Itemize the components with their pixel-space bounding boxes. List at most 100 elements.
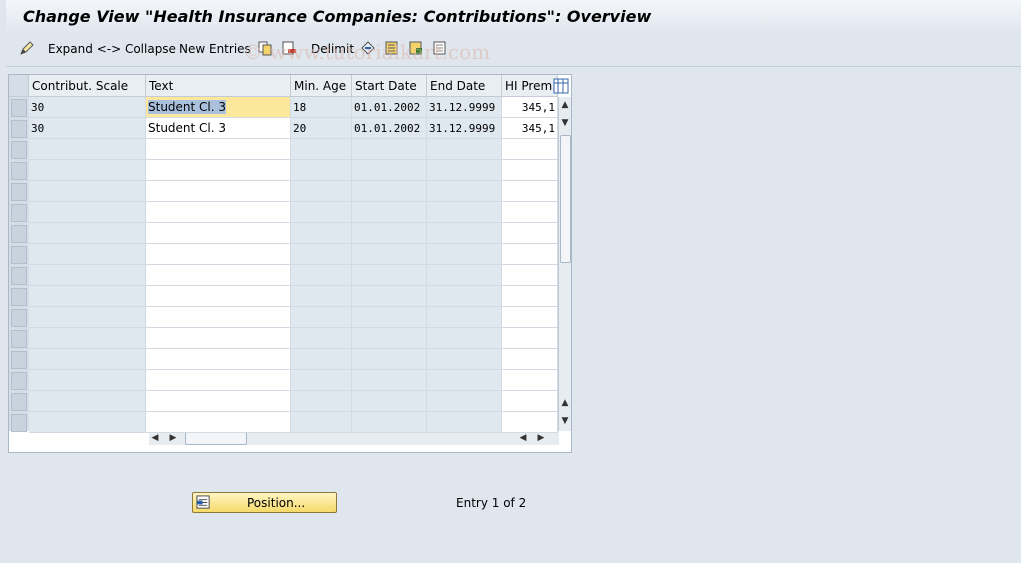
- empty-cell: [427, 349, 502, 370]
- empty-cell: [291, 223, 352, 244]
- scroll-left-end-icon[interactable]: ◀: [517, 432, 529, 444]
- row-selector[interactable]: [11, 141, 27, 159]
- scroll-right-icon[interactable]: ▶: [167, 432, 179, 444]
- cell-start-date: 01.01.2002: [352, 118, 427, 139]
- cell-text-input[interactable]: Student Cl. 3: [146, 118, 291, 139]
- empty-cell[interactable]: [502, 391, 558, 412]
- page-down-icon[interactable]: ▼: [559, 117, 571, 129]
- empty-cell[interactable]: [502, 370, 558, 391]
- empty-cell[interactable]: [502, 139, 558, 160]
- row-selector[interactable]: [11, 225, 27, 243]
- scroll-up-icon[interactable]: ▲: [559, 99, 571, 111]
- cell-hi-prem[interactable]: 345,1: [502, 118, 558, 139]
- empty-cell: [427, 265, 502, 286]
- cell-min-age: 18: [291, 97, 352, 118]
- cell-scale: 30: [29, 118, 146, 139]
- row-selector[interactable]: [11, 267, 27, 285]
- table-row: [29, 244, 559, 265]
- empty-cell[interactable]: [146, 328, 291, 349]
- empty-cell[interactable]: [146, 412, 291, 433]
- empty-cell[interactable]: [502, 181, 558, 202]
- cell-text-input[interactable]: Student Cl. 3: [146, 97, 291, 118]
- row-selector[interactable]: [11, 120, 27, 138]
- column-header-end-date[interactable]: End Date: [427, 75, 502, 97]
- empty-cell: [352, 349, 427, 370]
- row-selector[interactable]: [11, 183, 27, 201]
- column-header-text[interactable]: Text: [146, 75, 291, 97]
- empty-cell[interactable]: [146, 307, 291, 328]
- column-header-start-date[interactable]: Start Date: [352, 75, 427, 97]
- empty-cell[interactable]: [502, 286, 558, 307]
- row-selector[interactable]: [11, 372, 27, 390]
- page-title: Change View "Health Insurance Companies:…: [23, 7, 652, 26]
- empty-cell: [352, 223, 427, 244]
- empty-cell[interactable]: [146, 139, 291, 160]
- empty-cell[interactable]: [146, 349, 291, 370]
- empty-cell[interactable]: [146, 286, 291, 307]
- edit-pencil-icon[interactable]: [19, 40, 35, 56]
- empty-cell[interactable]: [502, 307, 558, 328]
- vertical-scroll-thumb[interactable]: [560, 135, 571, 263]
- scroll-left-icon[interactable]: ◀: [149, 432, 161, 444]
- empty-cell[interactable]: [146, 160, 291, 181]
- empty-cell: [291, 202, 352, 223]
- vertical-scrollbar[interactable]: ▲ ▼ ▲ ▼: [558, 97, 571, 431]
- empty-cell[interactable]: [502, 412, 558, 433]
- empty-cell[interactable]: [502, 265, 558, 286]
- empty-cell: [427, 307, 502, 328]
- select-all-corner[interactable]: [9, 75, 29, 97]
- empty-cell: [291, 307, 352, 328]
- empty-cell[interactable]: [146, 202, 291, 223]
- horizontal-scrollbar[interactable]: ◀ ▶ ◀ ▶: [149, 431, 559, 445]
- page-up-icon[interactable]: ▲: [559, 397, 571, 409]
- row-selector[interactable]: [11, 351, 27, 369]
- column-header-scale[interactable]: Contribut. Scale: [29, 75, 146, 97]
- cell-end-date: 31.12.9999: [427, 97, 502, 118]
- row-selector[interactable]: [11, 99, 27, 117]
- empty-cell[interactable]: [502, 202, 558, 223]
- empty-cell: [352, 370, 427, 391]
- empty-cell: [29, 370, 146, 391]
- row-selector[interactable]: [11, 162, 27, 180]
- column-header-hi-prem[interactable]: HI Prem.: [502, 75, 558, 97]
- position-button[interactable]: Position...: [192, 492, 337, 513]
- scroll-down-icon[interactable]: ▼: [559, 415, 571, 427]
- empty-cell: [352, 328, 427, 349]
- empty-cell[interactable]: [146, 223, 291, 244]
- empty-cell[interactable]: [502, 160, 558, 181]
- title-bar: Change View "Health Insurance Companies:…: [6, 0, 1021, 35]
- table-row: [29, 202, 559, 223]
- table-settings-icon[interactable]: [553, 78, 569, 94]
- table-control: Contribut. Scale Text Min. Age Start Dat…: [8, 74, 572, 453]
- empty-cell[interactable]: [502, 349, 558, 370]
- column-header-min-age[interactable]: Min. Age: [291, 75, 352, 97]
- entry-counter: Entry 1 of 2: [456, 496, 527, 510]
- empty-cell[interactable]: [146, 391, 291, 412]
- empty-cell: [29, 349, 146, 370]
- expand-collapse-button[interactable]: Expand <-> Collapse: [48, 34, 176, 64]
- cell-hi-prem[interactable]: 345,1: [502, 97, 558, 118]
- row-selector[interactable]: [11, 309, 27, 327]
- scroll-right-end-icon[interactable]: ▶: [535, 432, 547, 444]
- empty-cell: [427, 223, 502, 244]
- row-selector[interactable]: [11, 330, 27, 348]
- horizontal-scroll-thumb[interactable]: [185, 432, 247, 445]
- row-selector[interactable]: [11, 288, 27, 306]
- empty-cell[interactable]: [146, 265, 291, 286]
- empty-cell[interactable]: [146, 181, 291, 202]
- row-selector[interactable]: [11, 414, 27, 432]
- empty-cell: [29, 139, 146, 160]
- empty-cell[interactable]: [502, 244, 558, 265]
- empty-cell: [427, 139, 502, 160]
- row-selector[interactable]: [11, 204, 27, 222]
- empty-cell[interactable]: [502, 223, 558, 244]
- row-selector[interactable]: [11, 393, 27, 411]
- empty-cell: [427, 244, 502, 265]
- new-entries-button[interactable]: New Entries: [179, 34, 251, 64]
- empty-cell[interactable]: [502, 328, 558, 349]
- empty-cell[interactable]: [146, 244, 291, 265]
- row-selector[interactable]: [11, 246, 27, 264]
- empty-cell: [291, 370, 352, 391]
- empty-cell: [291, 139, 352, 160]
- empty-cell[interactable]: [146, 370, 291, 391]
